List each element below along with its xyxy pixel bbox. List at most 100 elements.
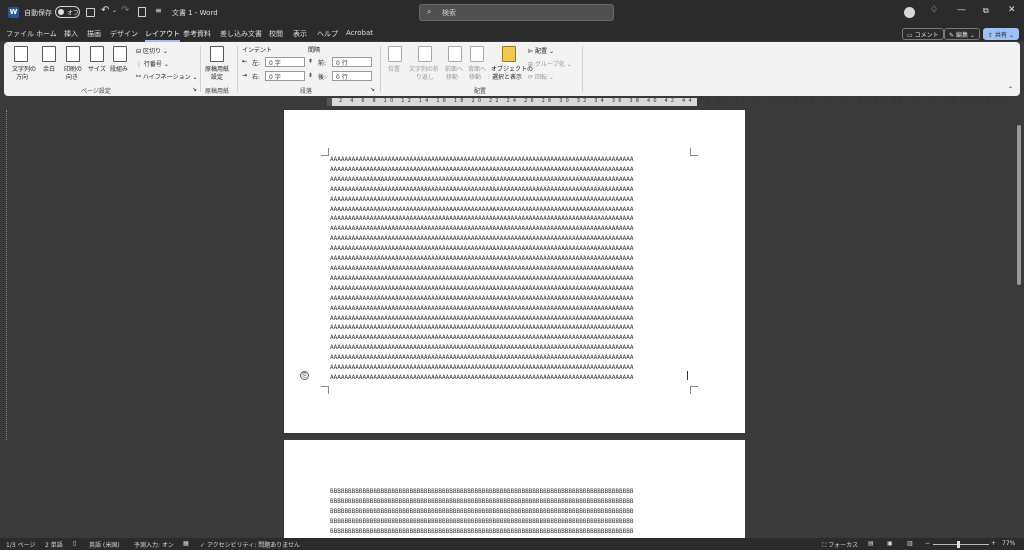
selection-pane-icon[interactable]	[502, 46, 516, 62]
size-label[interactable]: サイズ	[88, 64, 106, 73]
accessibility-status[interactable]: ✓ アクセシビリティ: 問題ありません	[200, 540, 300, 549]
undo-dropdown-icon[interactable]: ⌄	[112, 7, 117, 14]
text-line[interactable]: AAAAAAAAAAAAAAAAAAAAAAAAAAAAAAAAAAAAAAAA…	[330, 333, 688, 343]
zoom-level[interactable]: 77%	[1002, 540, 1015, 547]
group-button[interactable]: ⊞ グループ化 ⌄	[528, 59, 572, 68]
text-line[interactable]: BBBBBBBBBBBBBBBBBBBBBBBBBBBBBBBBBBBBBBBB…	[330, 507, 688, 517]
orientation-icon[interactable]	[66, 46, 80, 62]
wrap-text-label-2[interactable]: り返し	[416, 72, 434, 81]
margins-icon[interactable]	[42, 46, 56, 62]
menu-draw[interactable]: 描画	[87, 29, 101, 39]
text-line[interactable]: AAAAAAAAAAAAAAAAAAAAAAAAAAAAAAAAAAAAAAAA…	[330, 284, 688, 294]
print-layout-icon[interactable]: ▣	[887, 540, 893, 547]
read-mode-icon[interactable]: ▤	[868, 540, 874, 547]
paste-options-icon[interactable]: ⎘	[300, 371, 309, 380]
spacing-before-input[interactable]: 0 行	[332, 57, 372, 67]
macro-icon[interactable]: ▦	[183, 540, 189, 547]
line-numbers-button[interactable]: ⋮ 行番号 ⌄	[136, 59, 169, 68]
horizontal-ruler[interactable]: 2 4 6 8 10 12 14 16 18 20 22 24 26 28 30…	[327, 98, 1008, 106]
menu-insert[interactable]: 挿入	[64, 29, 78, 39]
breaks-button[interactable]: ⊟ 区切り ⌄	[136, 46, 168, 55]
text-line[interactable]: AAAAAAAAAAAAAAAAAAAAAAAAAAAAAAAAAAAAAAAA…	[330, 264, 688, 274]
text-direction-icon[interactable]	[14, 46, 28, 62]
page-icon[interactable]	[138, 7, 146, 17]
language-status[interactable]: 英語 (米国)	[89, 540, 120, 549]
edit-button[interactable]: ✎ 編集 ⌄	[944, 28, 980, 40]
indent-left-input[interactable]: 0 字	[265, 57, 305, 67]
zoom-slider[interactable]	[933, 541, 989, 548]
text-line[interactable]: AAAAAAAAAAAAAAAAAAAAAAAAAAAAAAAAAAAAAAAA…	[330, 294, 688, 304]
minimize-icon[interactable]: —	[957, 5, 966, 15]
selection-pane-label-2[interactable]: 選択と表示	[492, 72, 522, 81]
proofing-icon[interactable]: ▯	[73, 540, 76, 547]
customize-icon[interactable]: ≡	[155, 6, 162, 15]
indent-right-input[interactable]: 0 字	[265, 71, 305, 81]
text-line[interactable]: AAAAAAAAAAAAAAAAAAAAAAAAAAAAAAAAAAAAAAAA…	[330, 234, 688, 244]
send-backward-label-2[interactable]: 移動	[469, 72, 481, 81]
account-avatar-icon[interactable]	[904, 7, 915, 18]
text-line[interactable]: AAAAAAAAAAAAAAAAAAAAAAAAAAAAAAAAAAAAAAAA…	[330, 274, 688, 284]
lightbulb-icon[interactable]: ♢	[930, 5, 938, 15]
save-icon[interactable]	[86, 8, 95, 17]
text-line[interactable]: AAAAAAAAAAAAAAAAAAAAAAAAAAAAAAAAAAAAAAAA…	[330, 314, 688, 324]
close-icon[interactable]: ✕	[1008, 5, 1016, 15]
columns-label[interactable]: 段組み	[110, 64, 128, 73]
menu-design[interactable]: デザイン	[110, 29, 138, 39]
hyphenation-button[interactable]: ᵇᵃ ハイフネーション ⌄	[136, 72, 198, 81]
text-line[interactable]: AAAAAAAAAAAAAAAAAAAAAAAAAAAAAAAAAAAAAAAA…	[330, 373, 688, 383]
align-button[interactable]: ⊫ 配置 ⌄	[528, 46, 554, 55]
menu-acrobat[interactable]: Acrobat	[346, 29, 373, 37]
text-line[interactable]: AAAAAAAAAAAAAAAAAAAAAAAAAAAAAAAAAAAAAAAA…	[330, 175, 688, 185]
menu-mailings[interactable]: 差し込み文書	[220, 29, 262, 39]
word-count[interactable]: 2 単語	[45, 540, 63, 549]
text-line[interactable]: AAAAAAAAAAAAAAAAAAAAAAAAAAAAAAAAAAAAAAAA…	[330, 323, 688, 333]
manuscript-icon[interactable]	[210, 46, 224, 62]
page-2-text[interactable]: BBBBBBBBBBBBBBBBBBBBBBBBBBBBBBBBBBBBBBBB…	[330, 487, 688, 537]
menu-file[interactable]: ファイル	[6, 29, 34, 39]
text-line[interactable]: AAAAAAAAAAAAAAAAAAAAAAAAAAAAAAAAAAAAAAAA…	[330, 353, 688, 363]
text-line[interactable]: BBBBBBBBBBBBBBBBBBBBBBBBBBBBBBBBBBBBBBBB…	[330, 487, 688, 497]
send-backward-icon[interactable]	[470, 46, 484, 62]
text-line[interactable]: AAAAAAAAAAAAAAAAAAAAAAAAAAAAAAAAAAAAAAAA…	[330, 244, 688, 254]
margins-label[interactable]: 余白	[43, 64, 55, 73]
indent-marker-icon[interactable]	[327, 98, 332, 106]
text-line[interactable]: AAAAAAAAAAAAAAAAAAAAAAAAAAAAAAAAAAAAAAAA…	[330, 343, 688, 353]
bring-forward-label-2[interactable]: 移動	[446, 72, 458, 81]
undo-icon[interactable]: ↶	[101, 5, 109, 16]
restore-icon[interactable]: ⧉	[983, 6, 989, 16]
columns-icon[interactable]	[113, 46, 127, 62]
predictive-status[interactable]: 予測入力: オン	[134, 540, 174, 549]
focus-button[interactable]: ⛶ フォーカス	[822, 540, 858, 550]
zoom-in-icon[interactable]: +	[991, 540, 996, 547]
redo-icon[interactable]: ↷	[121, 5, 129, 16]
menu-help[interactable]: ヘルプ	[317, 29, 338, 39]
text-line[interactable]: AAAAAAAAAAAAAAAAAAAAAAAAAAAAAAAAAAAAAAAA…	[330, 185, 688, 195]
text-line[interactable]: AAAAAAAAAAAAAAAAAAAAAAAAAAAAAAAAAAAAAAAA…	[330, 165, 688, 175]
text-line[interactable]: AAAAAAAAAAAAAAAAAAAAAAAAAAAAAAAAAAAAAAAA…	[330, 304, 688, 314]
text-line[interactable]: AAAAAAAAAAAAAAAAAAAAAAAAAAAAAAAAAAAAAAAA…	[330, 254, 688, 264]
text-line[interactable]: BBBBBBBBBBBBBBBBBBBBBBBBBBBBBBBBBBBBBBBB…	[330, 517, 688, 527]
menu-layout[interactable]: レイアウト	[145, 29, 180, 42]
manuscript-label-2[interactable]: 設定	[211, 72, 223, 81]
dialog-launcher-icon[interactable]: ↘	[370, 86, 375, 93]
autosave-toggle[interactable]: オフ	[55, 6, 80, 18]
text-line[interactable]: AAAAAAAAAAAAAAAAAAAAAAAAAAAAAAAAAAAAAAAA…	[330, 363, 688, 373]
text-line[interactable]: AAAAAAAAAAAAAAAAAAAAAAAAAAAAAAAAAAAAAAAA…	[330, 224, 688, 234]
share-button[interactable]: ⇪ 共有 ⌄	[983, 28, 1019, 40]
comments-button[interactable]: ▭ コメント	[902, 28, 944, 40]
vertical-ruler[interactable]	[4, 110, 10, 440]
zoom-out-icon[interactable]: −	[925, 540, 930, 547]
collapse-ribbon-icon[interactable]: ⌃	[1008, 86, 1013, 93]
menu-references[interactable]: 参考資料	[183, 29, 211, 39]
menu-review[interactable]: 校閲	[269, 29, 283, 39]
menu-home[interactable]: ホーム	[36, 29, 57, 39]
position-label[interactable]: 位置	[388, 64, 400, 73]
web-layout-icon[interactable]: ▥	[907, 540, 913, 547]
menu-view[interactable]: 表示	[293, 29, 307, 39]
dialog-launcher-icon[interactable]: ↘	[192, 86, 197, 93]
vertical-scrollbar[interactable]	[1015, 97, 1023, 537]
text-line[interactable]: AAAAAAAAAAAAAAAAAAAAAAAAAAAAAAAAAAAAAAAA…	[330, 155, 688, 165]
scrollbar-thumb[interactable]	[1017, 125, 1021, 285]
text-line[interactable]: BBBBBBBBBBBBBBBBBBBBBBBBBBBBBBBBBBBBBBBB…	[330, 497, 688, 507]
wrap-text-icon[interactable]	[418, 46, 432, 62]
